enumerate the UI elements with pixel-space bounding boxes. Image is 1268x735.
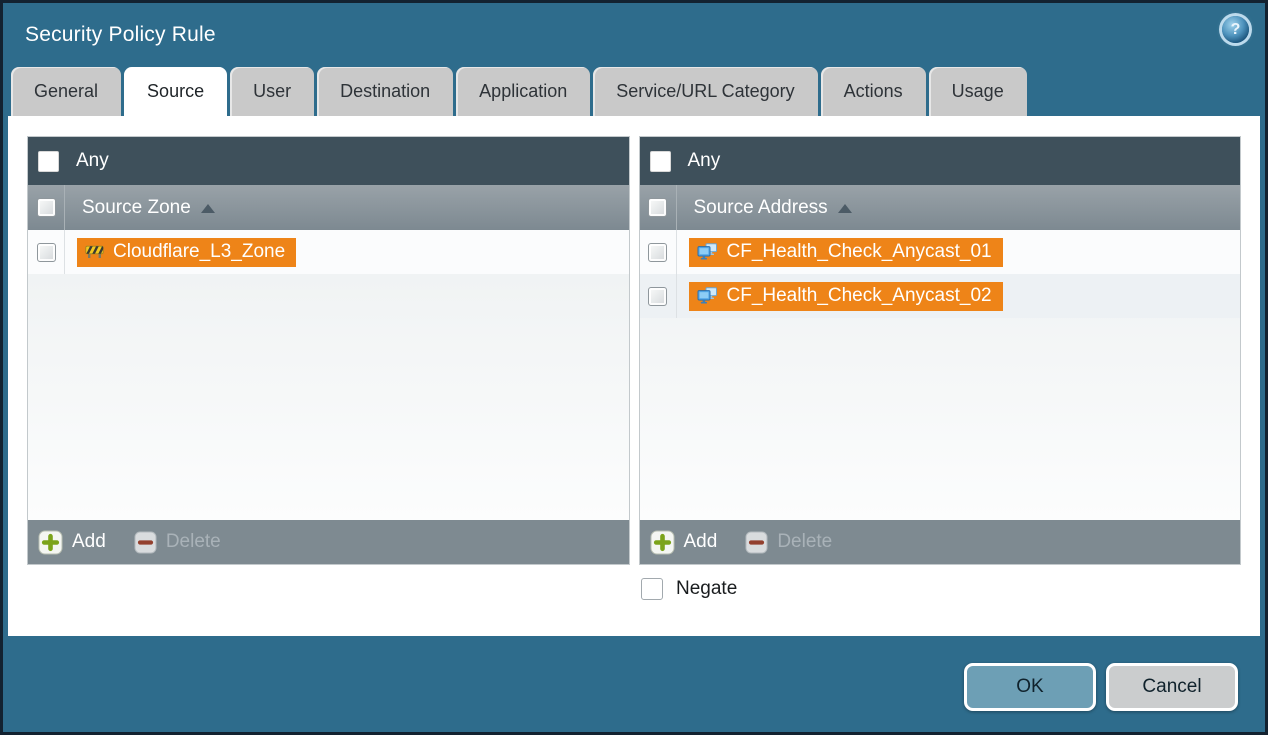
negate-label: Negate — [676, 578, 737, 600]
tab-general[interactable]: General — [11, 67, 121, 116]
address-icon — [697, 287, 718, 304]
source-address-toolbar: Add Delete — [640, 520, 1241, 564]
cancel-button[interactable]: Cancel — [1106, 663, 1238, 711]
tab-bar: General Source User Destination Applicat… — [3, 67, 1265, 116]
source-address-panel: Any Source Address — [639, 136, 1242, 565]
source-zone-any-label: Any — [76, 150, 109, 172]
tab-actions[interactable]: Actions — [821, 67, 926, 116]
tab-usage[interactable]: Usage — [929, 67, 1027, 116]
negate-checkbox[interactable] — [641, 578, 663, 600]
dialog-title: Security Policy Rule — [25, 23, 216, 47]
zone-icon — [85, 244, 104, 259]
titlebar: Security Policy Rule — [3, 3, 1265, 67]
address-entry-label: CF_Health_Check_Anycast_02 — [727, 285, 992, 307]
source-address-any-row: Any — [640, 137, 1241, 185]
source-address-any-checkbox[interactable] — [650, 151, 671, 172]
source-address-any-label: Any — [688, 150, 721, 172]
source-address-column-label: Source Address — [694, 197, 828, 219]
address-icon — [697, 243, 718, 260]
row-checkbox[interactable] — [648, 287, 667, 306]
source-zone-column-label: Source Zone — [82, 197, 191, 219]
negate-row: Negate — [641, 578, 737, 600]
table-row: CF_Health_Check_Anycast_02 — [640, 274, 1241, 318]
table-row: CF_Health_Check_Anycast_01 — [640, 230, 1241, 274]
source-zone-select-all-checkbox[interactable] — [37, 198, 56, 217]
source-zone-toolbar: Add Delete — [28, 520, 629, 564]
source-tab-content: Any Source Zone — [8, 116, 1260, 636]
source-zone-any-checkbox[interactable] — [38, 151, 59, 172]
delete-button[interactable]: Delete — [134, 531, 221, 554]
tab-application[interactable]: Application — [456, 67, 590, 116]
add-button[interactable]: Add — [650, 530, 718, 555]
source-zone-rows: Cloudflare_L3_Zone — [28, 230, 629, 520]
source-address-rows: CF_Health_Check_Anycast_01 — [640, 230, 1241, 520]
zone-entry[interactable]: Cloudflare_L3_Zone — [77, 238, 296, 267]
add-button-label: Add — [72, 531, 106, 553]
zone-entry-label: Cloudflare_L3_Zone — [113, 241, 285, 263]
plus-icon — [650, 530, 675, 555]
delete-button-label: Delete — [777, 531, 832, 553]
source-address-column-header[interactable]: Source Address — [640, 185, 1241, 230]
source-address-select-all-checkbox[interactable] — [648, 198, 667, 217]
add-button[interactable]: Add — [38, 530, 106, 555]
delete-button-label: Delete — [166, 531, 221, 553]
delete-button[interactable]: Delete — [745, 531, 832, 554]
help-icon[interactable] — [1222, 16, 1249, 43]
minus-icon — [745, 531, 768, 554]
row-checkbox[interactable] — [37, 243, 56, 262]
tab-source[interactable]: Source — [124, 67, 227, 116]
address-entry[interactable]: CF_Health_Check_Anycast_02 — [689, 282, 1003, 311]
sort-asc-arrow-icon — [838, 204, 852, 213]
sort-asc-arrow-icon — [201, 204, 215, 213]
plus-icon — [38, 530, 63, 555]
table-row: Cloudflare_L3_Zone — [28, 230, 629, 274]
security-policy-rule-dialog: Security Policy Rule General Source User… — [0, 0, 1268, 735]
tab-service-url-category[interactable]: Service/URL Category — [593, 67, 817, 116]
tab-user[interactable]: User — [230, 67, 314, 116]
source-zone-any-row: Any — [28, 137, 629, 185]
tab-destination[interactable]: Destination — [317, 67, 453, 116]
ok-button[interactable]: OK — [964, 663, 1096, 711]
address-entry[interactable]: CF_Health_Check_Anycast_01 — [689, 238, 1003, 267]
row-checkbox[interactable] — [648, 243, 667, 262]
source-zone-column-header[interactable]: Source Zone — [28, 185, 629, 230]
add-button-label: Add — [684, 531, 718, 553]
dialog-footer: OK Cancel — [964, 663, 1238, 711]
address-entry-label: CF_Health_Check_Anycast_01 — [727, 241, 992, 263]
minus-icon — [134, 531, 157, 554]
source-zone-panel: Any Source Zone — [27, 136, 630, 565]
